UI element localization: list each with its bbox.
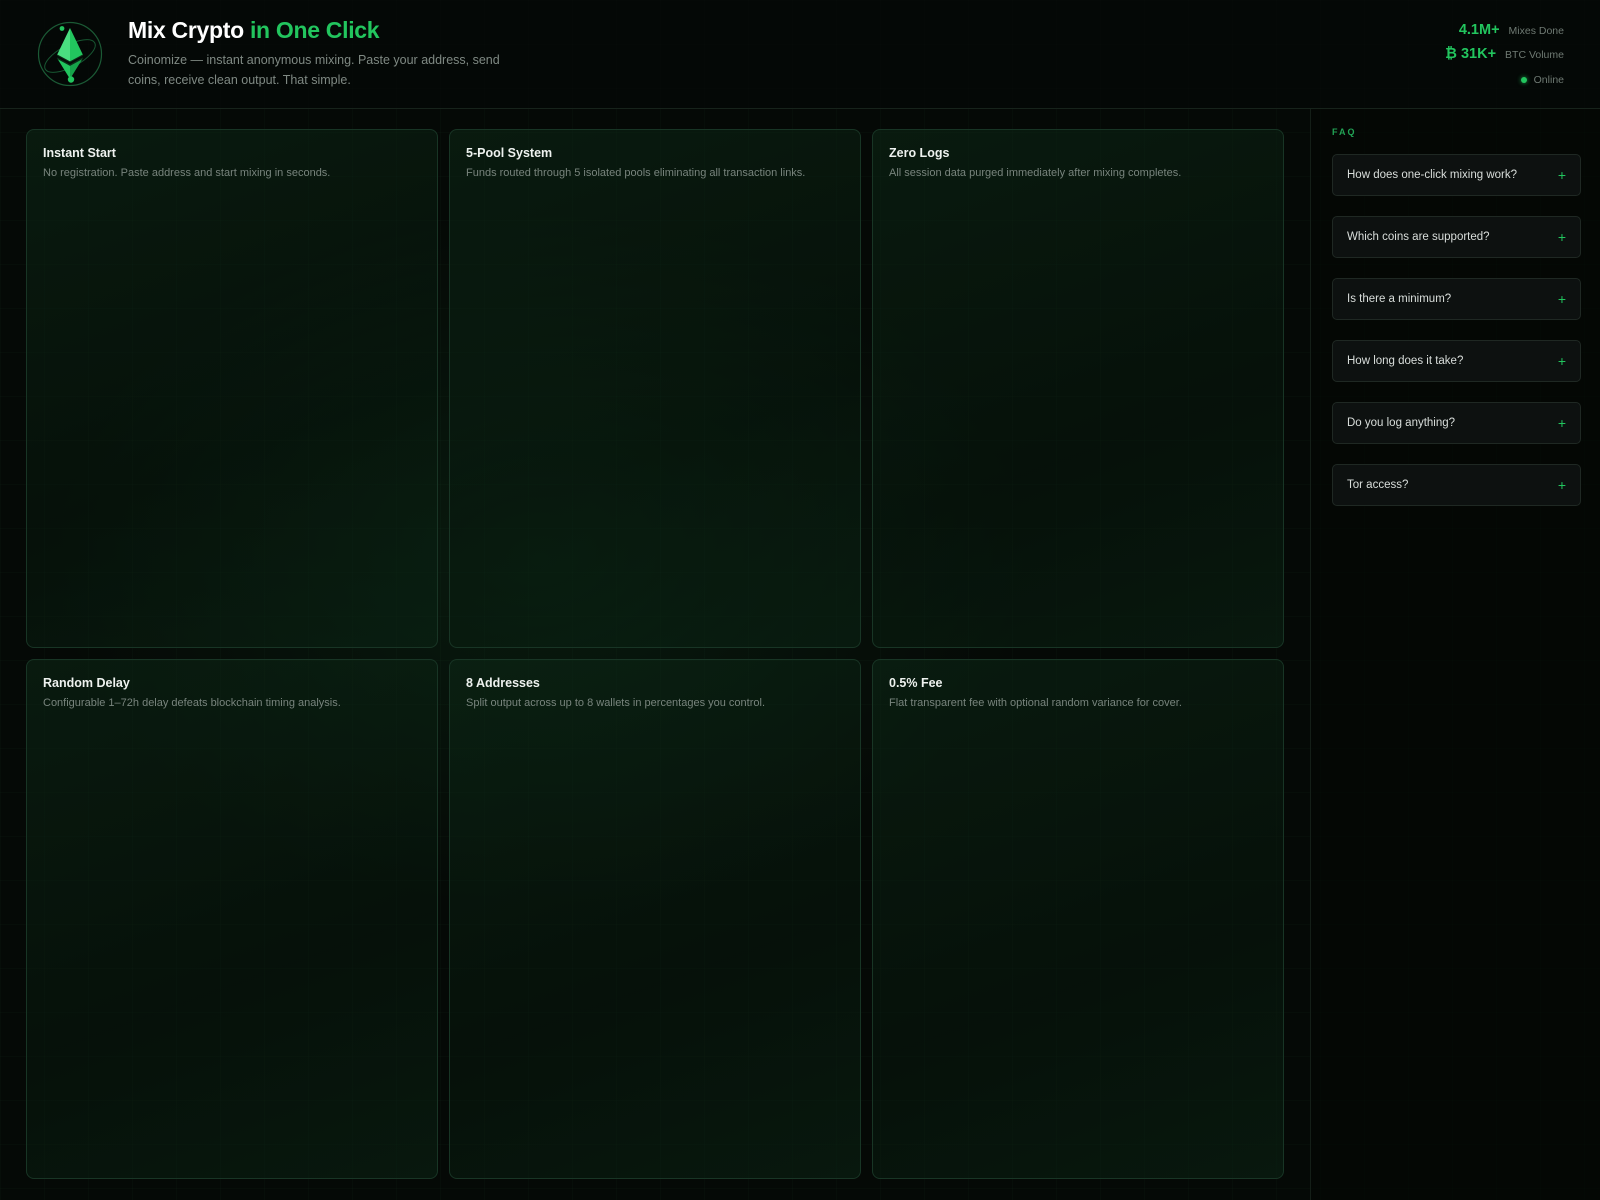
faq-item[interactable]: Which coins are supported? + xyxy=(1332,216,1581,258)
feature-card-5-pool-system: 5-Pool System Funds routed through 5 iso… xyxy=(449,129,861,648)
feature-card-instant-start: Instant Start No registration. Paste add… xyxy=(26,129,438,648)
feature-card-zero-logs: Zero Logs All session data purged immedi… xyxy=(872,129,1284,648)
page-title: Mix Crypto in One Click xyxy=(128,17,380,44)
faq-question: How does one-click mixing work? xyxy=(1347,169,1518,181)
stat-btc-volume: ₿ 31K+ BTC Volume xyxy=(1445,46,1564,70)
plus-icon[interactable]: + xyxy=(1558,292,1566,306)
feature-title: 0.5% Fee xyxy=(889,676,943,690)
feature-title: Instant Start xyxy=(43,146,116,160)
logo[interactable] xyxy=(37,21,103,87)
faq-question: Is there a minimum? xyxy=(1347,293,1452,305)
ethereum-diamond-icon xyxy=(37,21,103,87)
stat-value: 4.1M+ xyxy=(1458,22,1500,38)
stat-value: ₿ 31K+ xyxy=(1445,46,1497,62)
faq-heading: FAQ xyxy=(1332,127,1357,137)
plus-icon[interactable]: + xyxy=(1558,478,1566,492)
faq-question: How long does it take? xyxy=(1347,355,1464,367)
title-accent: in One Click xyxy=(249,17,380,43)
plus-icon[interactable]: + xyxy=(1558,230,1566,244)
stat-label: BTC Volume xyxy=(1505,49,1564,61)
stats-panel: 4.1M+ Mixes Done ₿ 31K+ BTC Volume Onlin… xyxy=(1445,22,1564,90)
faq-question: Tor access? xyxy=(1347,479,1409,491)
faq-item[interactable]: How long does it take? + xyxy=(1332,340,1581,382)
plus-icon[interactable]: + xyxy=(1558,354,1566,368)
faq-item[interactable]: Do you log anything? + xyxy=(1332,402,1581,444)
status-dot-icon xyxy=(1520,77,1527,83)
faq-list: How does one-click mixing work? + Which … xyxy=(1332,154,1581,526)
faq-item[interactable]: Tor access? + xyxy=(1332,464,1581,506)
feature-grid: Instant Start No registration. Paste add… xyxy=(26,129,1284,1180)
feature-description: Flat transparent fee with optional rando… xyxy=(889,697,1182,709)
feature-title: Random Delay xyxy=(43,676,130,690)
status-indicator: Online xyxy=(1445,70,1564,90)
feature-card-random-delay: Random Delay Configurable 1–72h delay de… xyxy=(26,659,438,1179)
feature-description: Split output across up to 8 wallets in p… xyxy=(466,697,766,709)
status-label: Online xyxy=(1533,74,1564,86)
feature-description: No registration. Paste address and start… xyxy=(43,167,331,179)
site-header: Mix Crypto in One Click Coinomize — inst… xyxy=(0,0,1600,109)
faq-question: Do you log anything? xyxy=(1347,417,1456,429)
feature-card-fee: 0.5% Fee Flat transparent fee with optio… xyxy=(872,659,1284,1179)
feature-card-8-addresses: 8 Addresses Split output across up to 8 … xyxy=(449,659,861,1179)
feature-title: 8 Addresses xyxy=(466,676,540,690)
faq-item[interactable]: How does one-click mixing work? + xyxy=(1332,154,1581,196)
plus-icon[interactable]: + xyxy=(1558,168,1566,182)
stat-mixes: 4.1M+ Mixes Done xyxy=(1445,22,1564,46)
faq-question: Which coins are supported? xyxy=(1347,231,1490,243)
feature-title: Zero Logs xyxy=(889,146,950,160)
title-main: Mix Crypto xyxy=(128,17,244,43)
tagline: Coinomize — instant anonymous mixing. Pa… xyxy=(128,53,500,87)
feature-description: Configurable 1–72h delay defeats blockch… xyxy=(43,697,341,709)
stat-label: Mixes Done xyxy=(1508,25,1564,37)
feature-title: 5-Pool System xyxy=(466,146,553,160)
faq-sidebar: FAQ How does one-click mixing work? + Wh… xyxy=(1310,109,1600,1200)
feature-description: All session data purged immediately afte… xyxy=(889,167,1182,179)
feature-description: Funds routed through 5 isolated pools el… xyxy=(466,167,806,179)
plus-icon[interactable]: + xyxy=(1558,416,1566,430)
faq-item[interactable]: Is there a minimum? + xyxy=(1332,278,1581,320)
